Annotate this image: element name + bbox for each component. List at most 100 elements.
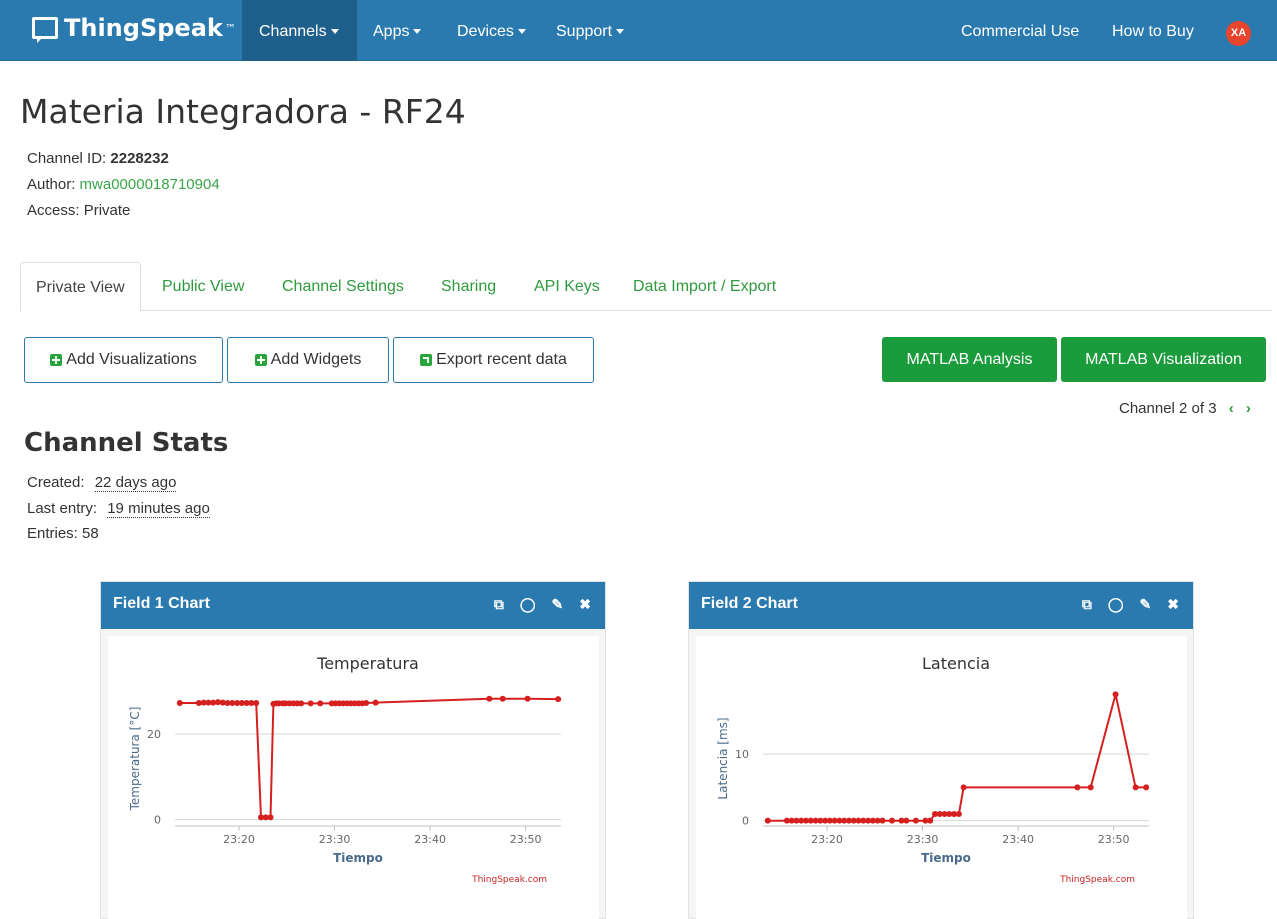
tab-data-import-export[interactable]: Data Import / Export xyxy=(633,262,776,311)
data-point xyxy=(372,699,379,706)
nav-devices-menu[interactable]: Devices xyxy=(457,0,526,61)
data-point xyxy=(486,695,493,702)
nav-apps-menu[interactable]: Apps xyxy=(373,0,422,61)
open-external-icon[interactable]: ⧉ xyxy=(1082,582,1092,626)
x-tick-label: 23:50 xyxy=(1098,833,1130,846)
close-icon[interactable]: ✖ xyxy=(1167,582,1179,626)
channel-id-value: 2228232 xyxy=(110,150,169,167)
field-2-chart[interactable]: Latencia 0 10 23:20 23:30 23:40 23:50 Tiempo Lat… xyxy=(696,636,1187,919)
tab-sharing[interactable]: Sharing xyxy=(441,262,496,311)
stat-created-label: Created: xyxy=(27,474,85,491)
page-title: Materia Integradora - RF24 xyxy=(20,92,466,131)
y-axis-label: Latencia [ms] xyxy=(716,717,730,799)
nav-support-label: Support xyxy=(556,23,613,40)
add-visualizations-button[interactable]: Add Visualizations xyxy=(24,337,223,383)
tab-public-view[interactable]: Public View xyxy=(162,262,244,311)
field-2-chart-title: Field 2 Chart xyxy=(701,595,798,612)
user-avatar[interactable]: XA xyxy=(1226,21,1251,46)
tab-api-keys[interactable]: API Keys xyxy=(534,262,600,311)
chevron-left-icon[interactable]: ‹ xyxy=(1229,400,1234,417)
y-tick-label: 0 xyxy=(154,814,161,827)
x-tick-label: 23:40 xyxy=(414,833,446,846)
field-1-chart[interactable]: Temperatura 0 20 23:20 23:30 23:40 23:50 Tiempo… xyxy=(108,636,599,919)
chart-credit: ThingSpeak.com xyxy=(471,875,547,885)
field-2-chart-panel: Field 2 Chart ⧉ ◯ ✎ ✖ Latencia 0 10 23:20 23… xyxy=(688,581,1194,919)
pencil-icon[interactable]: ✎ xyxy=(1140,582,1152,626)
data-point xyxy=(912,817,919,824)
thingspeak-logo[interactable]: ThingSpeak ™ xyxy=(32,14,236,43)
field-1-chart-header: Field 1 Chart ⧉ ◯ ✎ ✖ xyxy=(101,582,605,629)
panel-actions: ⧉ ◯ ✎ ✖ xyxy=(494,582,591,626)
y-tick-label: 20 xyxy=(147,728,161,741)
nav-how-to-buy-link[interactable]: How to Buy xyxy=(1112,0,1194,61)
tab-private-view[interactable]: Private View xyxy=(20,262,141,312)
data-point xyxy=(927,817,934,824)
channel-id-line: Channel ID: 2228232 xyxy=(27,150,169,167)
matlab-analysis-button[interactable]: MATLAB Analysis xyxy=(882,337,1057,382)
data-point xyxy=(1143,784,1150,791)
nav-commercial-use-link[interactable]: Commercial Use xyxy=(961,0,1079,61)
x-tick-label: 23:20 xyxy=(811,833,843,846)
field-2-chart-header: Field 2 Chart ⧉ ◯ ✎ ✖ xyxy=(689,582,1193,629)
channel-id-label: Channel ID: xyxy=(27,150,107,167)
panel-actions: ⧉ ◯ ✎ ✖ xyxy=(1082,582,1179,626)
chat-bubble-icon xyxy=(32,17,58,43)
chart-title: Latencia xyxy=(922,654,990,673)
data-point xyxy=(764,817,771,824)
external-link-square-icon xyxy=(420,354,433,366)
stat-created-value: 22 days ago xyxy=(94,474,177,492)
comment-icon[interactable]: ◯ xyxy=(520,582,536,626)
brand-trademark: ™ xyxy=(224,21,236,35)
stat-entries-value: 58 xyxy=(82,525,99,542)
plus-square-icon xyxy=(50,354,63,366)
series-line xyxy=(767,694,1147,822)
field-1-chart-title: Field 1 Chart xyxy=(113,595,210,612)
tab-channel-settings[interactable]: Channel Settings xyxy=(282,262,404,311)
x-tick-label: 23:20 xyxy=(223,833,255,846)
export-recent-data-label: Export recent data xyxy=(436,351,567,368)
chart-title: Temperatura xyxy=(316,654,419,673)
nav-channels-menu[interactable]: Channels xyxy=(242,0,357,61)
add-widgets-button[interactable]: Add Widgets xyxy=(227,337,389,383)
data-point xyxy=(888,817,895,824)
data-point xyxy=(499,695,506,702)
chart-credit: ThingSpeak.com xyxy=(1059,875,1135,885)
caret-down-icon xyxy=(413,29,422,35)
series-line xyxy=(179,697,559,819)
channel-author-label: Author: xyxy=(27,176,76,193)
data-point xyxy=(267,814,274,821)
data-point xyxy=(879,817,886,824)
stat-last-entry-label: Last entry: xyxy=(27,500,98,517)
caret-down-icon xyxy=(517,29,526,35)
matlab-visualization-button[interactable]: MATLAB Visualization xyxy=(1061,337,1266,382)
comment-icon[interactable]: ◯ xyxy=(1108,582,1124,626)
data-point xyxy=(524,695,531,702)
export-recent-data-button[interactable]: Export recent data xyxy=(393,337,594,383)
nav-support-menu[interactable]: Support xyxy=(556,0,625,61)
stat-entries: Entries: 58 xyxy=(27,525,99,542)
data-point xyxy=(307,700,314,707)
stat-last-entry: Last entry: 19 minutes ago xyxy=(27,500,210,518)
x-tick-label: 23:40 xyxy=(1002,833,1034,846)
channel-author-link[interactable]: mwa0000018710904 xyxy=(80,176,220,193)
data-point xyxy=(298,700,305,707)
stat-last-entry-value: 19 minutes ago xyxy=(107,500,210,518)
chevron-right-icon[interactable]: › xyxy=(1246,400,1251,417)
nav-channels-label: Channels xyxy=(259,23,327,40)
channel-author-line: Author: mwa0000018710904 xyxy=(27,176,220,193)
close-icon[interactable]: ✖ xyxy=(579,582,591,626)
plus-square-icon xyxy=(254,354,267,366)
channel-access-line: Access: Private xyxy=(27,202,130,219)
data-point xyxy=(555,696,562,703)
open-external-icon[interactable]: ⧉ xyxy=(494,582,504,626)
pencil-icon[interactable]: ✎ xyxy=(552,582,564,626)
channel-access-label: Access: xyxy=(27,202,80,219)
x-axis-label: Tiempo xyxy=(333,851,383,865)
y-tick-label: 10 xyxy=(735,748,749,761)
add-visualizations-label: Add Visualizations xyxy=(66,351,197,368)
x-axis-label: Tiempo xyxy=(921,851,971,865)
field-1-chart-body: Temperatura 0 20 23:20 23:30 23:40 23:50 Tiempo… xyxy=(108,636,599,919)
x-tick-label: 23:50 xyxy=(510,833,542,846)
x-tick-label: 23:30 xyxy=(319,833,351,846)
nav-devices-label: Devices xyxy=(457,23,514,40)
